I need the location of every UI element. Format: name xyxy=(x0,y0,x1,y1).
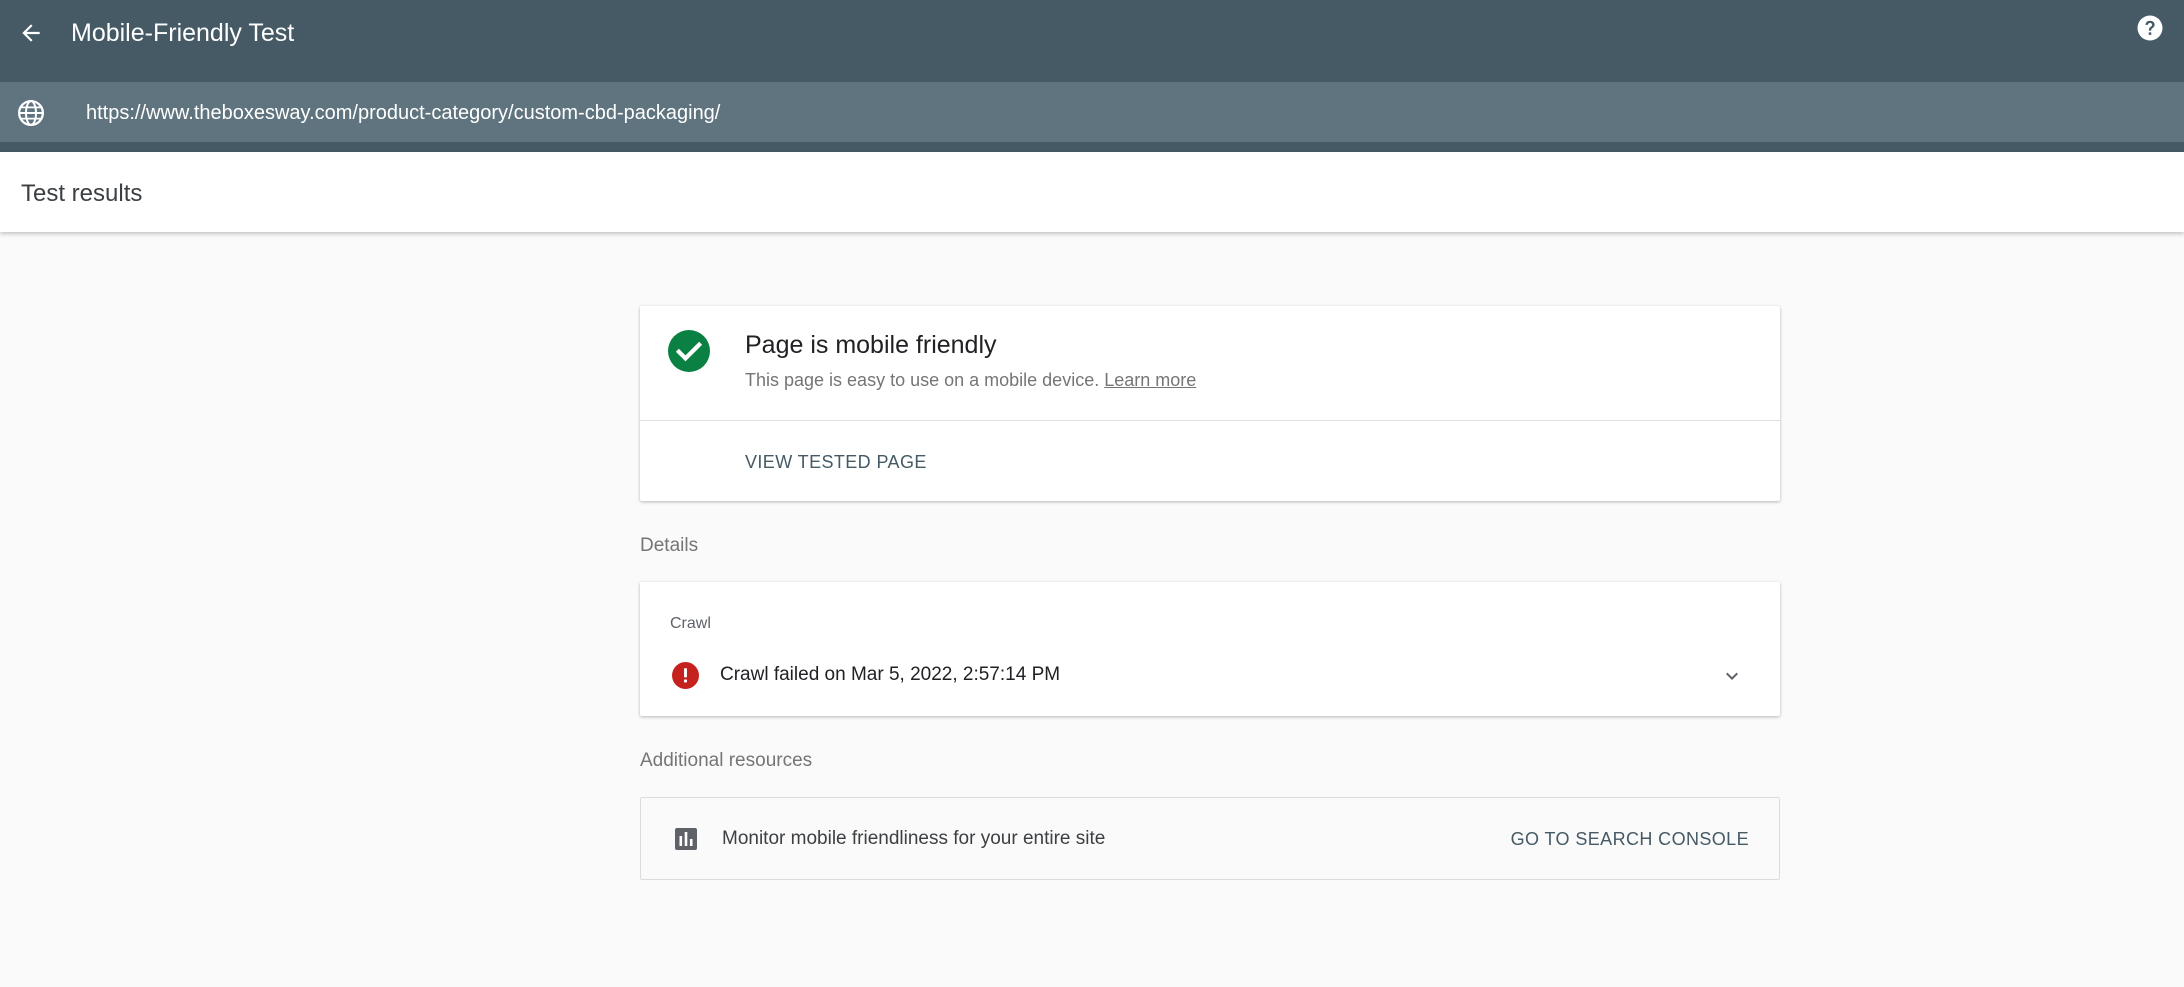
resource-text: Monitor mobile friendliness for your ent… xyxy=(722,828,1106,849)
resource-card: Monitor mobile friendliness for your ent… xyxy=(640,797,1780,880)
url-field[interactable]: https://www.theboxesway.com/product-cate… xyxy=(86,100,720,126)
details-heading: Details xyxy=(640,535,699,556)
page-title: Test results xyxy=(21,180,143,207)
bar-chart-icon xyxy=(675,828,697,850)
back-button[interactable] xyxy=(12,14,50,52)
results-header: Test results xyxy=(0,152,2184,232)
help-icon xyxy=(2137,15,2163,41)
app-bar: Mobile-Friendly Test xyxy=(0,0,2184,82)
go-to-search-console-button[interactable]: GO TO SEARCH CONSOLE xyxy=(1511,828,1749,850)
main-content: Page is mobile friendly This page is eas… xyxy=(640,306,1780,880)
globe-icon xyxy=(18,100,44,126)
additional-resources-heading: Additional resources xyxy=(640,750,813,771)
crawl-label: Crawl xyxy=(670,615,711,632)
crawl-status-text: Crawl failed on Mar 5, 2022, 2:57:14 PM xyxy=(720,664,1061,685)
view-tested-page-button[interactable]: VIEW TESTED PAGE xyxy=(745,451,927,473)
url-bar-divider xyxy=(0,142,2184,152)
help-button[interactable] xyxy=(2134,12,2166,44)
url-bar: https://www.theboxesway.com/product-cate… xyxy=(0,82,2184,142)
result-title: Page is mobile friendly xyxy=(745,331,997,359)
result-description: This page is easy to use on a mobile dev… xyxy=(745,368,1196,392)
summary-card: Page is mobile friendly This page is eas… xyxy=(640,306,1780,501)
error-icon xyxy=(672,662,699,689)
crawl-card[interactable]: Crawl Crawl failed on Mar 5, 2022, 2:57:… xyxy=(640,582,1780,716)
summary-header: Page is mobile friendly This page is eas… xyxy=(640,306,1780,421)
chevron-down-icon[interactable] xyxy=(1720,664,1744,688)
app-title: Mobile-Friendly Test xyxy=(71,19,295,47)
learn-more-link[interactable]: Learn more xyxy=(1104,370,1196,390)
arrow-back-icon xyxy=(22,24,40,42)
check-circle-icon xyxy=(668,330,710,372)
result-description-text: This page is easy to use on a mobile dev… xyxy=(745,370,1100,390)
